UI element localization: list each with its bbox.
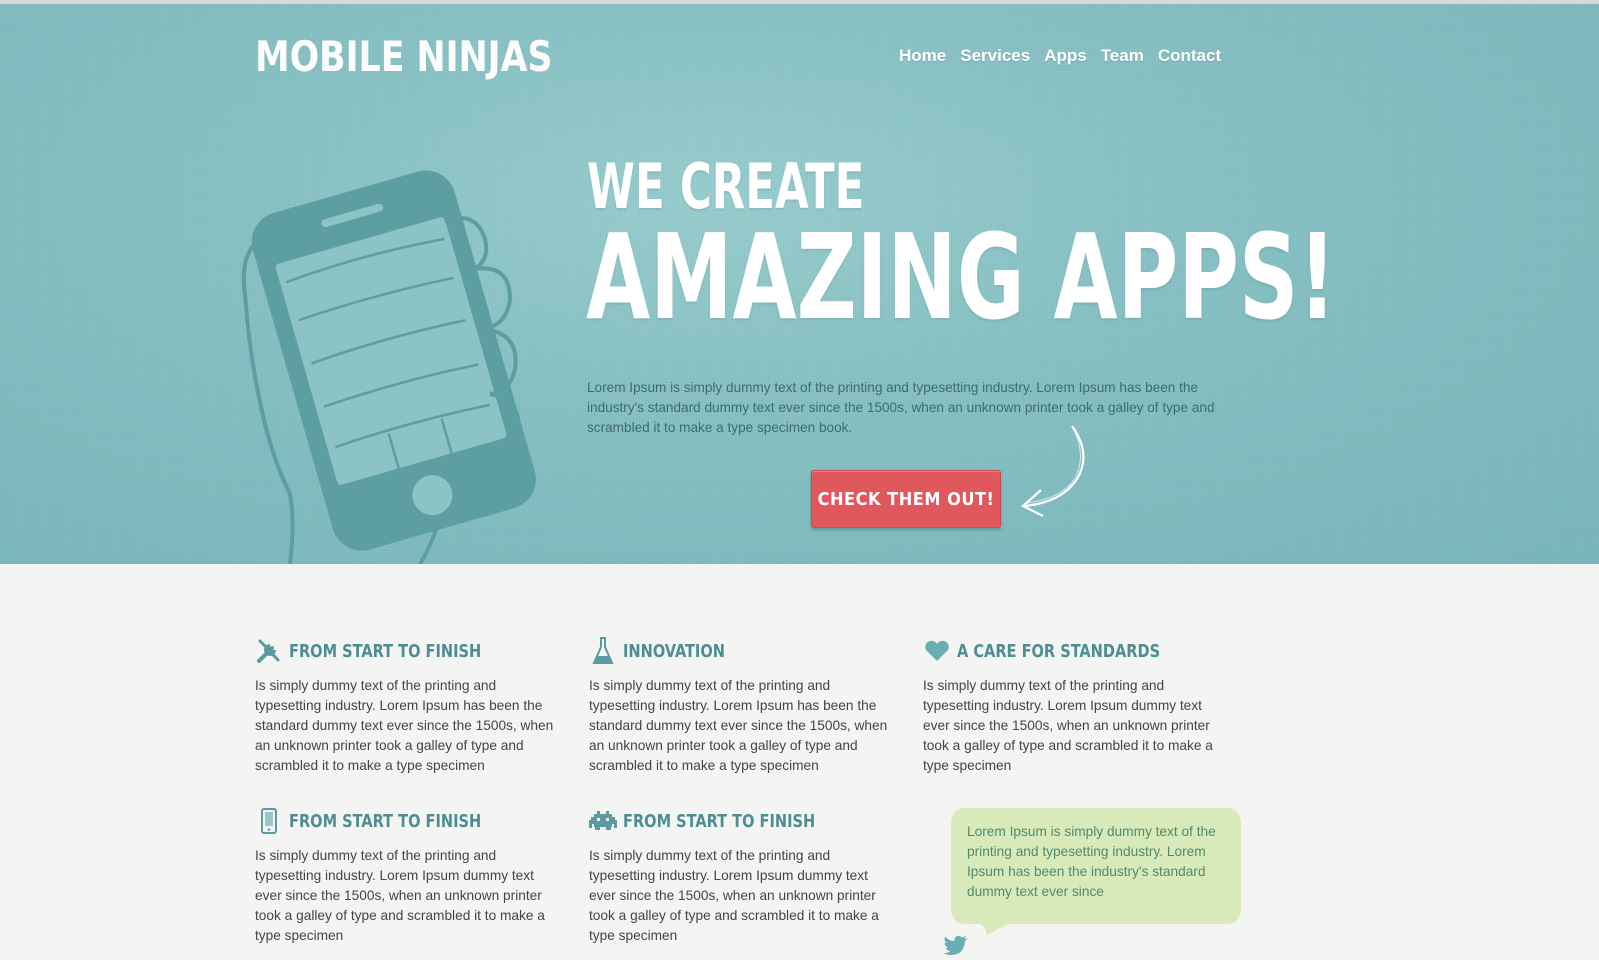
feature-text: Is simply dummy text of the printing and… <box>589 678 888 773</box>
feature-innovation: INNOVATION Is simply dummy text of the p… <box>589 636 894 776</box>
site-logo[interactable]: MOBILE NINJAS <box>255 32 553 81</box>
hero-headline-large: AMAZING APPS! <box>586 208 1337 346</box>
nav-apps[interactable]: Apps <box>1044 46 1087 66</box>
feature-title: INNOVATION <box>623 640 725 662</box>
feature-from-start-to-finish-games: FROM START TO FINISH Is simply dummy tex… <box>589 806 894 946</box>
tweet-bubble: Lorem Ipsum is simply dummy text of the … <box>951 808 1241 924</box>
main-nav: Home Services Apps Team Contact <box>899 46 1221 66</box>
feature-care-for-standards: A CARE FOR STANDARDS Is simply dummy tex… <box>923 636 1228 776</box>
feature-from-start-to-finish: FROM START TO FINISH Is simply dummy tex… <box>255 636 560 776</box>
hero-section: MOBILE NINJAS Home Services Apps Team Co… <box>0 4 1599 564</box>
nav-services[interactable]: Services <box>960 46 1030 66</box>
tweet-bubble-tail <box>978 922 1014 936</box>
feature-title: FROM START TO FINISH <box>289 640 482 662</box>
phone-in-hand-illustration <box>241 170 536 564</box>
heart-icon <box>923 637 951 665</box>
feature-title: FROM START TO FINISH <box>289 810 482 832</box>
check-them-out-button[interactable]: CHECK THEM OUT! <box>811 470 1001 528</box>
space-invader-icon <box>589 807 617 835</box>
feature-text: Is simply dummy text of the printing and… <box>589 848 879 943</box>
feature-from-start-to-finish-mobile: FROM START TO FINISH Is simply dummy tex… <box>255 806 560 946</box>
feature-title: FROM START TO FINISH <box>623 810 816 832</box>
hero-intro: Lorem Ipsum is simply dummy text of the … <box>587 380 1215 435</box>
nav-team[interactable]: Team <box>1101 46 1144 66</box>
nav-contact[interactable]: Contact <box>1158 46 1221 66</box>
feature-text: Is simply dummy text of the printing and… <box>255 848 545 943</box>
feature-text: Is simply dummy text of the printing and… <box>923 678 1213 773</box>
mobile-phone-icon <box>255 807 283 835</box>
tools-icon <box>255 637 283 665</box>
nav-home[interactable]: Home <box>899 46 946 66</box>
flask-icon <box>589 637 617 665</box>
feature-title: A CARE FOR STANDARDS <box>957 640 1161 662</box>
twitter-bird-icon[interactable] <box>943 935 969 955</box>
feature-text: Is simply dummy text of the printing and… <box>255 678 554 773</box>
hand-drawn-arrow-icon <box>1021 425 1085 517</box>
